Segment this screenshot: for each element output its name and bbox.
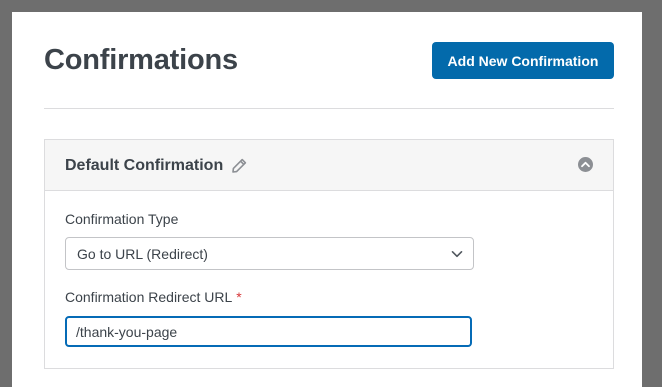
page-title: Confirmations <box>44 44 238 76</box>
settings-frame: Confirmations Add New Confirmation Defau… <box>12 12 642 387</box>
panel-title: Default Confirmation <box>65 157 224 174</box>
required-marker: * <box>236 289 242 305</box>
confirmation-type-value: Go to URL (Redirect) <box>77 246 208 262</box>
pencil-icon[interactable] <box>231 158 247 174</box>
header-divider <box>44 108 614 109</box>
chevron-up-circle-icon[interactable] <box>577 156 594 173</box>
redirect-url-label-text: Confirmation Redirect URL <box>65 289 233 305</box>
confirmation-panel: Default Confirmation Confirmation Type G… <box>44 139 614 369</box>
redirect-url-label: Confirmation Redirect URL * <box>65 288 242 306</box>
panel-header[interactable]: Default Confirmation <box>45 140 613 191</box>
confirmation-type-select[interactable]: Go to URL (Redirect) <box>65 237 474 270</box>
redirect-url-input[interactable] <box>65 316 472 347</box>
confirmation-type-label: Confirmation Type <box>65 211 179 227</box>
chevron-down-icon <box>450 247 464 261</box>
add-new-confirmation-button[interactable]: Add New Confirmation <box>432 42 614 79</box>
